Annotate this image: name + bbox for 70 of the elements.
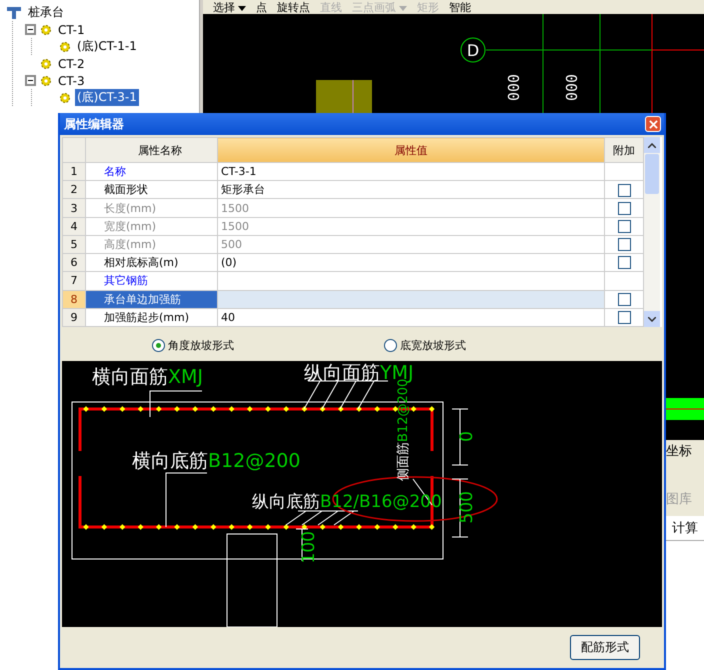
dimension-text: 000 (504, 74, 522, 102)
tree-item[interactable]: (底)CT-1-1 (75, 38, 139, 55)
gear-icon (40, 58, 52, 70)
dimension-text: 0 (457, 431, 477, 442)
highlighted-strip (666, 398, 704, 420)
caret-icon (399, 6, 407, 10)
checkbox[interactable] (618, 202, 630, 215)
checkbox[interactable] (618, 256, 630, 270)
column-header: 属性值 (218, 138, 604, 162)
pile-cap-icon (6, 4, 22, 20)
window-title: 属性编辑器 (64, 116, 124, 132)
row-number: 6 (62, 254, 86, 272)
scroll-thumb[interactable] (645, 154, 659, 194)
rebar-label: 横向面筋XMJ (92, 366, 204, 388)
caret-icon (238, 6, 246, 10)
close-icon (648, 120, 658, 128)
row-number: 7 (62, 272, 86, 290)
row-number: 2 (62, 180, 86, 199)
property-name[interactable]: 加强筋起步(mm) (86, 308, 218, 326)
axis-marker: D (460, 38, 486, 62)
toolbar-button[interactable]: 选择 (213, 0, 246, 14)
gear-icon (40, 74, 52, 86)
property-value[interactable]: 矩形承台 (218, 180, 604, 199)
library-label: 图库 (664, 464, 704, 516)
gear-icon (59, 40, 71, 52)
row-number: 3 (62, 198, 86, 218)
dimension-text: 000 (562, 74, 580, 102)
toolbar-button[interactable]: 旋转点 (277, 0, 310, 14)
tree-item[interactable]: CT-1 (56, 22, 87, 36)
checkbox[interactable] (618, 238, 630, 252)
rebar-label: 横向底筋B12@200 (132, 450, 300, 472)
close-button[interactable] (645, 116, 661, 132)
row-number: 9 (62, 308, 86, 326)
tree-root[interactable]: 桩承台 (26, 4, 66, 21)
column-header: 属性名称 (86, 138, 218, 162)
column-header: 附加 (604, 138, 644, 162)
tree-item[interactable]: CT-3 (56, 74, 87, 88)
row-number: 1 (62, 162, 86, 181)
scrollbar[interactable] (644, 137, 660, 327)
gear-icon (40, 24, 52, 36)
gear-icon (59, 92, 71, 104)
rebar-style-button[interactable]: 配筋形式 (570, 635, 640, 660)
collapse-icon[interactable] (25, 75, 36, 86)
scroll-up-icon[interactable] (648, 142, 656, 148)
row-number: 5 (62, 235, 86, 254)
tree-item[interactable]: CT-2 (56, 56, 87, 70)
radio-option[interactable]: 底宽放坡形式 (384, 338, 466, 352)
toolbar-button[interactable]: 智能 (449, 0, 471, 14)
property-value[interactable]: 40 (218, 308, 604, 326)
dimension-text: 500 (457, 491, 477, 524)
row-number: 8 (62, 290, 86, 308)
checkbox[interactable] (618, 311, 630, 324)
dimension-text: 100 (299, 531, 319, 564)
tab[interactable]: 坐标 (664, 440, 704, 464)
toolbar-button[interactable]: 点 (256, 0, 267, 14)
property-name[interactable]: 承台单边加强筋 (86, 290, 218, 308)
scroll-down-icon[interactable] (648, 316, 656, 322)
property-name[interactable]: 名称 (86, 162, 218, 181)
radio-option[interactable]: 角度放坡形式 (152, 338, 234, 352)
checkbox[interactable] (618, 220, 630, 233)
row-number: 4 (62, 217, 86, 236)
property-name[interactable]: 截面形状 (86, 180, 218, 199)
checkbox[interactable] (618, 184, 630, 197)
property-name[interactable]: 其它钢筋 (86, 272, 218, 290)
property-value[interactable]: (0) (218, 254, 604, 272)
collapse-icon[interactable] (25, 24, 36, 35)
property-name[interactable]: 相对底标高(m) (86, 254, 218, 272)
property-value[interactable]: CT-3-1 (218, 162, 604, 181)
tree-item[interactable]: (底)CT-3-1 (75, 89, 139, 106)
checkbox[interactable] (618, 292, 630, 306)
